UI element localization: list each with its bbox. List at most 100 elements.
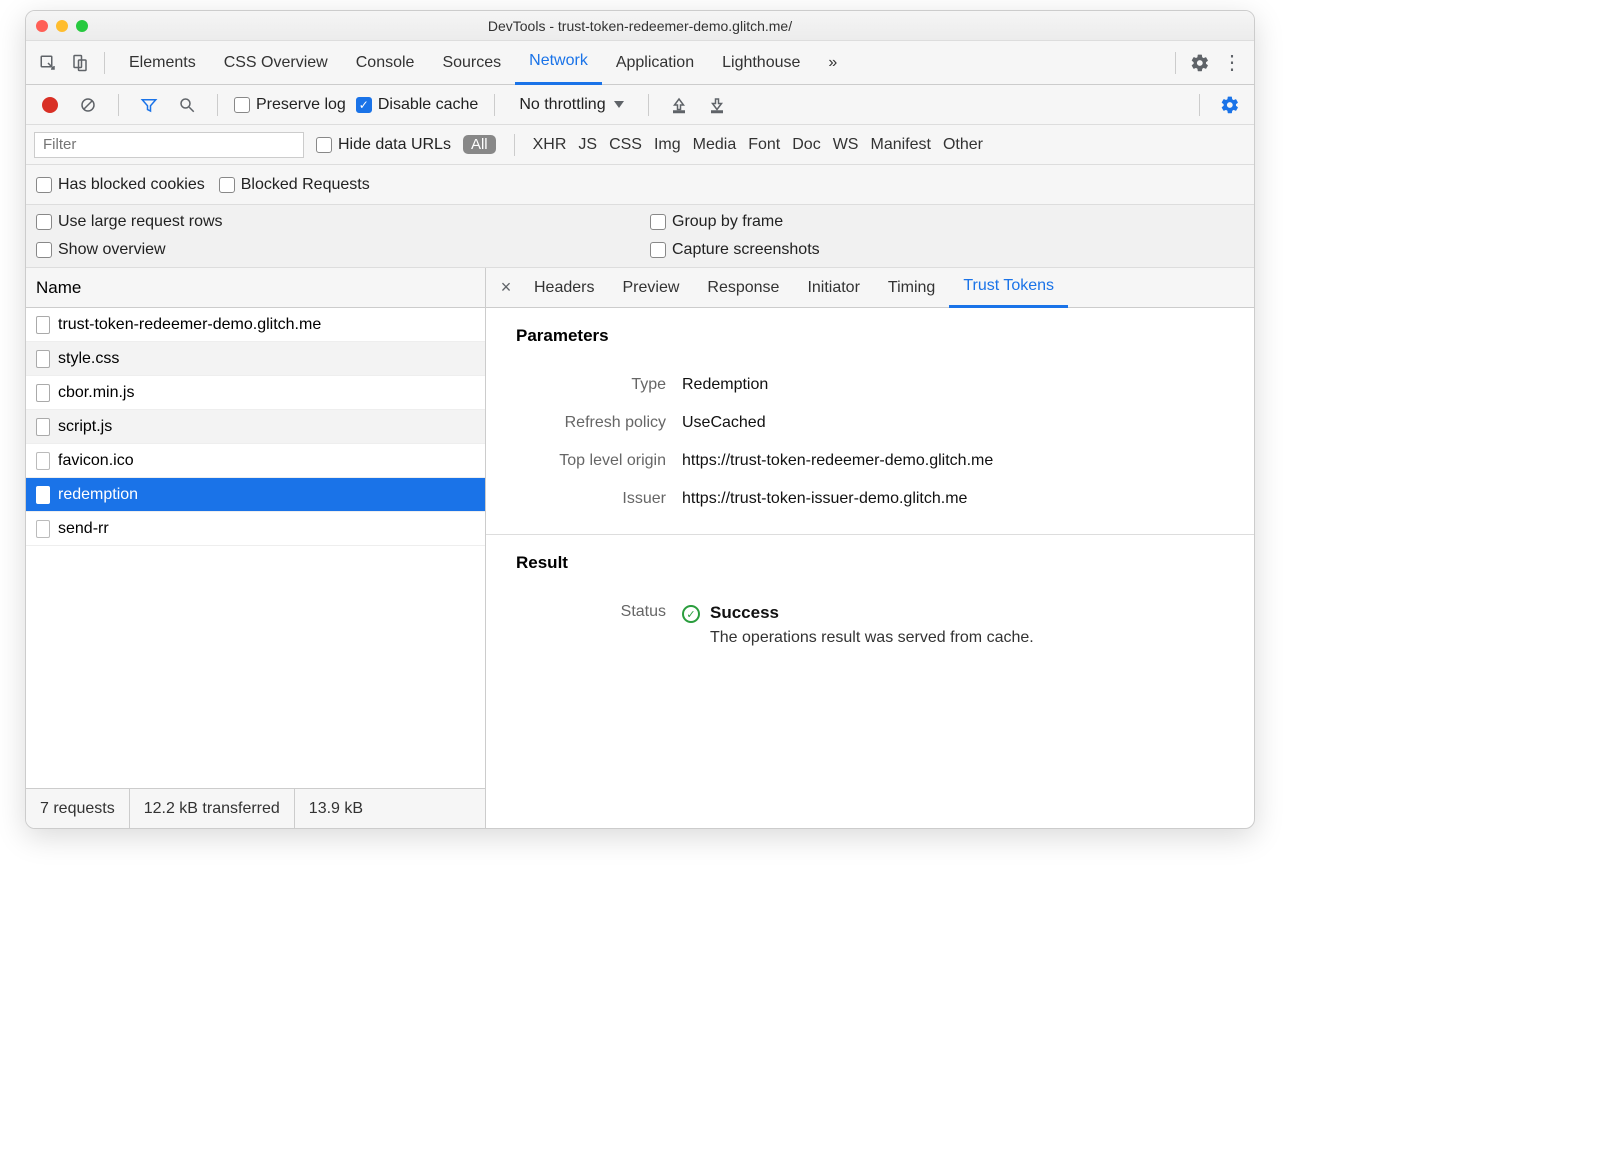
show-overview-label: Show overview	[58, 241, 166, 259]
separator	[1199, 94, 1200, 116]
request-row[interactable]: script.js	[26, 410, 485, 444]
filter-type-doc[interactable]: Doc	[792, 136, 820, 154]
request-row[interactable]: favicon.ico	[26, 444, 485, 478]
param-key: Top level origin	[516, 452, 666, 470]
dtab-timing[interactable]: Timing	[874, 268, 949, 308]
inspect-icon[interactable]	[34, 49, 62, 77]
dtab-trust-tokens[interactable]: Trust Tokens	[949, 268, 1068, 308]
main-tabbar: Elements CSS Overview Console Sources Ne…	[26, 41, 1254, 85]
success-check-icon: ✓	[682, 605, 700, 623]
has-blocked-cookies-checkbox[interactable]: Has blocked cookies	[36, 176, 205, 194]
separator	[118, 94, 119, 116]
throttling-select[interactable]: No throttling	[511, 96, 631, 114]
throttling-value: No throttling	[519, 96, 605, 114]
request-name: trust-token-redeemer-demo.glitch.me	[58, 316, 321, 334]
filter-icon[interactable]	[135, 91, 163, 119]
parameters-title: Parameters	[516, 326, 1224, 346]
dtab-initiator[interactable]: Initiator	[793, 268, 873, 308]
request-name: favicon.ico	[58, 452, 134, 470]
filter-type-ws[interactable]: WS	[833, 136, 859, 154]
request-row[interactable]: style.css	[26, 342, 485, 376]
filter-type-other[interactable]: Other	[943, 136, 983, 154]
more-menu-icon[interactable]: ⋮	[1218, 49, 1246, 77]
dtab-preview[interactable]: Preview	[608, 268, 693, 308]
blocked-requests-label: Blocked Requests	[241, 176, 370, 194]
window-title: DevTools - trust-token-redeemer-demo.gli…	[26, 18, 1254, 34]
tab-sources[interactable]: Sources	[428, 41, 515, 85]
dtab-response[interactable]: Response	[693, 268, 793, 308]
param-row: TypeRedemption	[516, 366, 1224, 404]
status-description: The operations result was served from ca…	[710, 629, 1034, 647]
hide-data-urls-label: Hide data URLs	[338, 136, 451, 154]
show-overview-checkbox[interactable]: Show overview	[36, 241, 630, 259]
record-button[interactable]	[36, 91, 64, 119]
status-value: Success	[710, 603, 1034, 623]
footer-transferred: 12.2 kB transferred	[130, 789, 295, 828]
large-rows-checkbox[interactable]: Use large request rows	[36, 213, 630, 231]
param-key: Type	[516, 376, 666, 394]
footer-size: 13.9 kB	[295, 789, 377, 828]
request-name: style.css	[58, 350, 119, 368]
filter-bar: Hide data URLs All XHR JS CSS Img Media …	[26, 125, 1254, 165]
network-settings-gear-icon[interactable]	[1216, 91, 1244, 119]
separator	[1175, 52, 1176, 74]
request-name: redemption	[58, 486, 138, 504]
large-rows-label: Use large request rows	[58, 213, 223, 231]
file-icon	[36, 452, 50, 470]
param-key: Issuer	[516, 490, 666, 508]
request-row[interactable]: redemption	[26, 478, 485, 512]
titlebar: DevTools - trust-token-redeemer-demo.gli…	[26, 11, 1254, 41]
network-toolbar: Preserve log Disable cache No throttling	[26, 85, 1254, 125]
request-name: script.js	[58, 418, 112, 436]
hide-data-urls-checkbox[interactable]: Hide data URLs	[316, 136, 451, 154]
tab-elements[interactable]: Elements	[115, 41, 210, 85]
request-row[interactable]: send-rr	[26, 512, 485, 546]
filter-type-media[interactable]: Media	[693, 136, 737, 154]
tab-overflow[interactable]: »	[814, 41, 851, 85]
filter-type-xhr[interactable]: XHR	[533, 136, 567, 154]
filter-type-img[interactable]: Img	[654, 136, 681, 154]
device-toggle-icon[interactable]	[66, 49, 94, 77]
filter-bar-2: Has blocked cookies Blocked Requests	[26, 165, 1254, 205]
preserve-log-checkbox[interactable]: Preserve log	[234, 96, 346, 114]
separator	[648, 94, 649, 116]
dtab-headers[interactable]: Headers	[520, 268, 608, 308]
detail-panel: × Headers Preview Response Initiator Tim…	[486, 268, 1254, 828]
tab-lighthouse[interactable]: Lighthouse	[708, 41, 814, 85]
chevron-down-icon	[614, 101, 624, 108]
close-detail-icon[interactable]: ×	[492, 277, 520, 298]
separator	[514, 134, 515, 156]
tab-css-overview[interactable]: CSS Overview	[210, 41, 342, 85]
status-label: Status	[516, 603, 666, 647]
tab-network[interactable]: Network	[515, 41, 602, 85]
param-value: UseCached	[682, 414, 766, 432]
filter-input[interactable]	[34, 132, 304, 158]
tab-console[interactable]: Console	[342, 41, 429, 85]
request-list-panel: Name trust-token-redeemer-demo.glitch.me…	[26, 268, 486, 828]
request-row[interactable]: cbor.min.js	[26, 376, 485, 410]
detail-tabs: × Headers Preview Response Initiator Tim…	[486, 268, 1254, 308]
filter-type-font[interactable]: Font	[748, 136, 780, 154]
request-row[interactable]: trust-token-redeemer-demo.glitch.me	[26, 308, 485, 342]
file-icon	[36, 486, 50, 504]
blocked-requests-checkbox[interactable]: Blocked Requests	[219, 176, 370, 194]
request-list-header[interactable]: Name	[26, 268, 485, 308]
file-icon	[36, 316, 50, 334]
upload-har-icon[interactable]	[665, 91, 693, 119]
clear-icon[interactable]	[74, 91, 102, 119]
request-list: trust-token-redeemer-demo.glitch.me style…	[26, 308, 485, 788]
filter-type-css[interactable]: CSS	[609, 136, 642, 154]
download-har-icon[interactable]	[703, 91, 731, 119]
detail-body: Parameters TypeRedemptionRefresh policyU…	[486, 308, 1254, 828]
disable-cache-checkbox[interactable]: Disable cache	[356, 96, 479, 114]
search-icon[interactable]	[173, 91, 201, 119]
group-by-frame-checkbox[interactable]: Group by frame	[650, 213, 1244, 231]
separator	[494, 94, 495, 116]
filter-type-js[interactable]: JS	[578, 136, 597, 154]
filter-type-all[interactable]: All	[463, 135, 496, 154]
settings-gear-icon[interactable]	[1186, 49, 1214, 77]
tab-application[interactable]: Application	[602, 41, 708, 85]
capture-screenshots-checkbox[interactable]: Capture screenshots	[650, 241, 1244, 259]
param-row: Issuerhttps://trust-token-issuer-demo.gl…	[516, 480, 1224, 518]
filter-type-manifest[interactable]: Manifest	[870, 136, 930, 154]
